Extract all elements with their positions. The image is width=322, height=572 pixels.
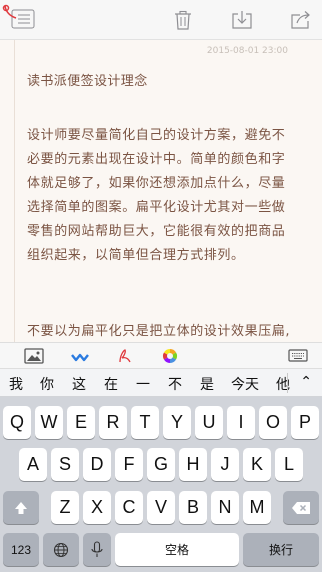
dictation-key[interactable]	[83, 533, 111, 566]
key-h[interactable]: H	[179, 448, 207, 481]
key-t[interactable]: T	[131, 406, 159, 439]
share-button[interactable]	[290, 10, 312, 30]
insert-image-button[interactable]	[24, 347, 44, 365]
key-k[interactable]: K	[243, 448, 271, 481]
candidate-word[interactable]: 不	[168, 374, 182, 394]
key-u[interactable]: U	[195, 406, 223, 439]
key-p[interactable]: P	[291, 406, 319, 439]
note-paragraph: 设计师要尽量简化自己的设计方案，避免不必要的元素出现在设计中。简单的颜色和字体就…	[27, 128, 286, 263]
share-icon	[291, 11, 310, 29]
note-list-icon	[2, 4, 35, 29]
microphone-icon	[91, 540, 103, 557]
backspace-icon	[292, 501, 310, 514]
candidate-word[interactable]: 这	[72, 374, 86, 394]
key-w[interactable]: W	[35, 406, 63, 439]
key-f[interactable]: F	[115, 448, 143, 481]
note-list-button[interactable]	[2, 4, 36, 32]
numbers-key[interactable]: 123	[3, 533, 39, 566]
key-e[interactable]: E	[67, 406, 95, 439]
color-picker-button[interactable]	[160, 347, 180, 365]
shift-key[interactable]	[3, 491, 39, 524]
format-toolbar	[0, 342, 322, 369]
candidate-bar: 我 你 这 在 一 不 是 今天 他 ⌃	[0, 369, 322, 397]
key-i[interactable]: I	[227, 406, 255, 439]
key-d[interactable]: D	[83, 448, 111, 481]
key-g[interactable]: G	[147, 448, 175, 481]
key-b[interactable]: B	[179, 491, 207, 524]
download-button[interactable]	[231, 10, 253, 30]
candidate-word[interactable]: 今天	[231, 374, 259, 394]
key-o[interactable]: O	[259, 406, 287, 439]
candidate-word[interactable]: 是	[200, 374, 214, 394]
hide-keyboard-button[interactable]	[288, 347, 308, 365]
candidate-word[interactable]: 你	[40, 374, 54, 394]
key-c[interactable]: C	[115, 491, 143, 524]
globe-key[interactable]	[43, 533, 79, 566]
note-date: 2015-08-01 23:00	[206, 46, 288, 56]
hide-keyboard-icon	[288, 349, 308, 362]
key-v[interactable]: V	[147, 491, 175, 524]
top-toolbar	[0, 0, 322, 40]
text-style-icon	[71, 353, 89, 362]
expand-candidates-button[interactable]: ⌃	[300, 374, 312, 390]
keyboard: Q W E R T Y U I O P A S D F G H J K L Z …	[0, 397, 322, 572]
note-paragraph: 不要以为扁平化只是把立体的设计效果压扁,	[27, 324, 291, 339]
handwriting-icon	[119, 349, 131, 363]
candidate-word[interactable]: 在	[104, 374, 118, 394]
download-icon	[232, 11, 252, 29]
note-title: 读书派便签设计理念	[27, 74, 148, 89]
key-x[interactable]: X	[83, 491, 111, 524]
text-style-button[interactable]	[70, 347, 90, 365]
key-r[interactable]: R	[99, 406, 127, 439]
trash-icon	[175, 10, 191, 30]
key-n[interactable]: N	[211, 491, 239, 524]
key-l[interactable]: L	[275, 448, 303, 481]
key-z[interactable]: Z	[51, 491, 79, 524]
margin-line	[14, 40, 15, 342]
key-m[interactable]: M	[243, 491, 271, 524]
key-y[interactable]: Y	[163, 406, 191, 439]
return-key[interactable]: 换行	[243, 533, 319, 566]
key-s[interactable]: S	[51, 448, 79, 481]
handwriting-button[interactable]	[115, 347, 135, 365]
key-j[interactable]: J	[211, 448, 239, 481]
shift-icon	[15, 501, 27, 514]
delete-key[interactable]	[283, 491, 319, 524]
candidate-word[interactable]: 我	[9, 374, 23, 394]
candidate-word[interactable]: 一	[136, 374, 150, 394]
image-icon	[24, 348, 44, 364]
key-q[interactable]: Q	[3, 406, 31, 439]
color-wheel-icon	[163, 349, 177, 363]
note-editor[interactable]: 2015-08-01 23:00 读书派便签设计理念 设计师要尽量简化自己的设计…	[0, 40, 322, 342]
space-key[interactable]: 空格	[115, 533, 239, 566]
candidate-divider	[287, 373, 288, 393]
globe-icon	[53, 542, 69, 557]
key-a[interactable]: A	[19, 448, 47, 481]
delete-button[interactable]	[172, 10, 194, 30]
